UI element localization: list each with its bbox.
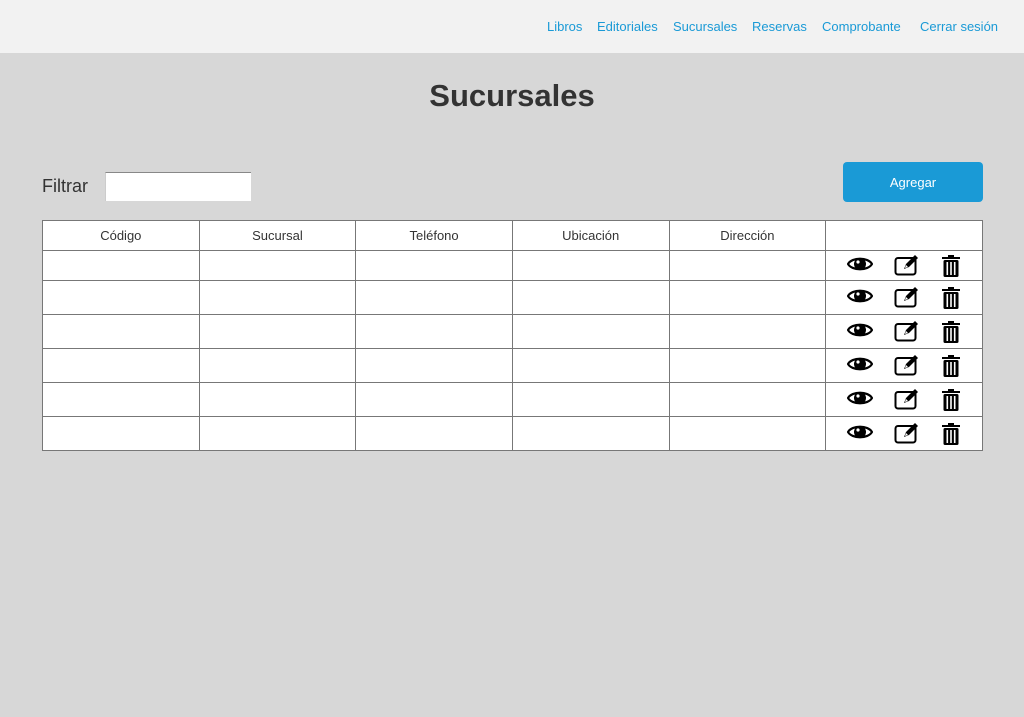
edit-icon[interactable] [894,254,920,278]
table-cell [511,416,670,451]
table-cell [198,348,357,383]
table-cell [355,382,513,417]
row-actions [825,314,983,349]
column-header: Ubicación [511,220,670,251]
delete-icon[interactable] [941,422,961,446]
table-cell [355,250,513,281]
page-title: Sucursales [429,78,595,113]
table-cell [198,382,357,417]
view-icon[interactable] [846,320,874,344]
top-nav: Libros Editoriales Sucursales Reservas C… [0,0,1024,53]
table-row [42,250,983,281]
table-cell [668,280,827,315]
view-icon[interactable] [846,388,874,412]
table-cell [668,348,827,383]
view-icon[interactable] [846,286,874,310]
column-header [825,220,983,251]
table-cell [198,280,357,315]
table-cell [511,250,670,281]
branches-table: Código Sucursal Teléfono Ubicación Dirección [42,220,983,451]
table-cell [42,250,200,281]
table-row [42,348,983,383]
nav-reservas[interactable]: Reservas [752,19,807,34]
table-cell [668,382,827,417]
row-actions [825,250,983,281]
table-cell [511,348,670,383]
nav-libros[interactable]: Libros [547,19,582,34]
delete-icon[interactable] [941,388,961,412]
column-header: Dirección [668,220,827,251]
column-header: Código [42,220,200,251]
column-header: Sucursal [198,220,357,251]
row-actions [825,416,983,451]
table-row [42,382,983,417]
table-cell [668,250,827,281]
table-cell [668,416,827,451]
table-cell [355,280,513,315]
table-cell [198,250,357,281]
table-cell [355,348,513,383]
edit-icon[interactable] [894,388,920,412]
filter-input[interactable] [105,172,251,201]
view-icon[interactable] [846,354,874,378]
add-button[interactable]: Agregar [843,162,983,202]
delete-icon[interactable] [941,320,961,344]
table-cell [42,314,200,349]
table-cell [198,416,357,451]
nav-editoriales[interactable]: Editoriales [597,19,658,34]
row-actions [825,280,983,315]
table-cell [511,314,670,349]
view-icon[interactable] [846,422,874,446]
filter-label: Filtrar [42,176,88,196]
row-actions [825,382,983,417]
column-header: Teléfono [355,220,513,251]
delete-icon[interactable] [941,354,961,378]
table-row [42,416,983,451]
table-row [42,280,983,315]
table-cell [42,280,200,315]
row-actions [825,348,983,383]
nav-comprobante[interactable]: Comprobante [822,19,901,34]
view-icon[interactable] [846,254,874,278]
table-cell [355,416,513,451]
table-cell [42,348,200,383]
edit-icon[interactable] [894,422,920,446]
edit-icon[interactable] [894,320,920,344]
delete-icon[interactable] [941,254,961,278]
edit-icon[interactable] [894,286,920,310]
delete-icon[interactable] [941,286,961,310]
nav-cerrar-sesion[interactable]: Cerrar sesión [920,19,998,34]
table-cell [511,280,670,315]
table-cell [355,314,513,349]
table-cell [511,382,670,417]
table-row [42,314,983,349]
table-cell [42,416,200,451]
table-cell [668,314,827,349]
table-cell [42,382,200,417]
table-cell [198,314,357,349]
edit-icon[interactable] [894,354,920,378]
nav-sucursales[interactable]: Sucursales [673,19,737,34]
